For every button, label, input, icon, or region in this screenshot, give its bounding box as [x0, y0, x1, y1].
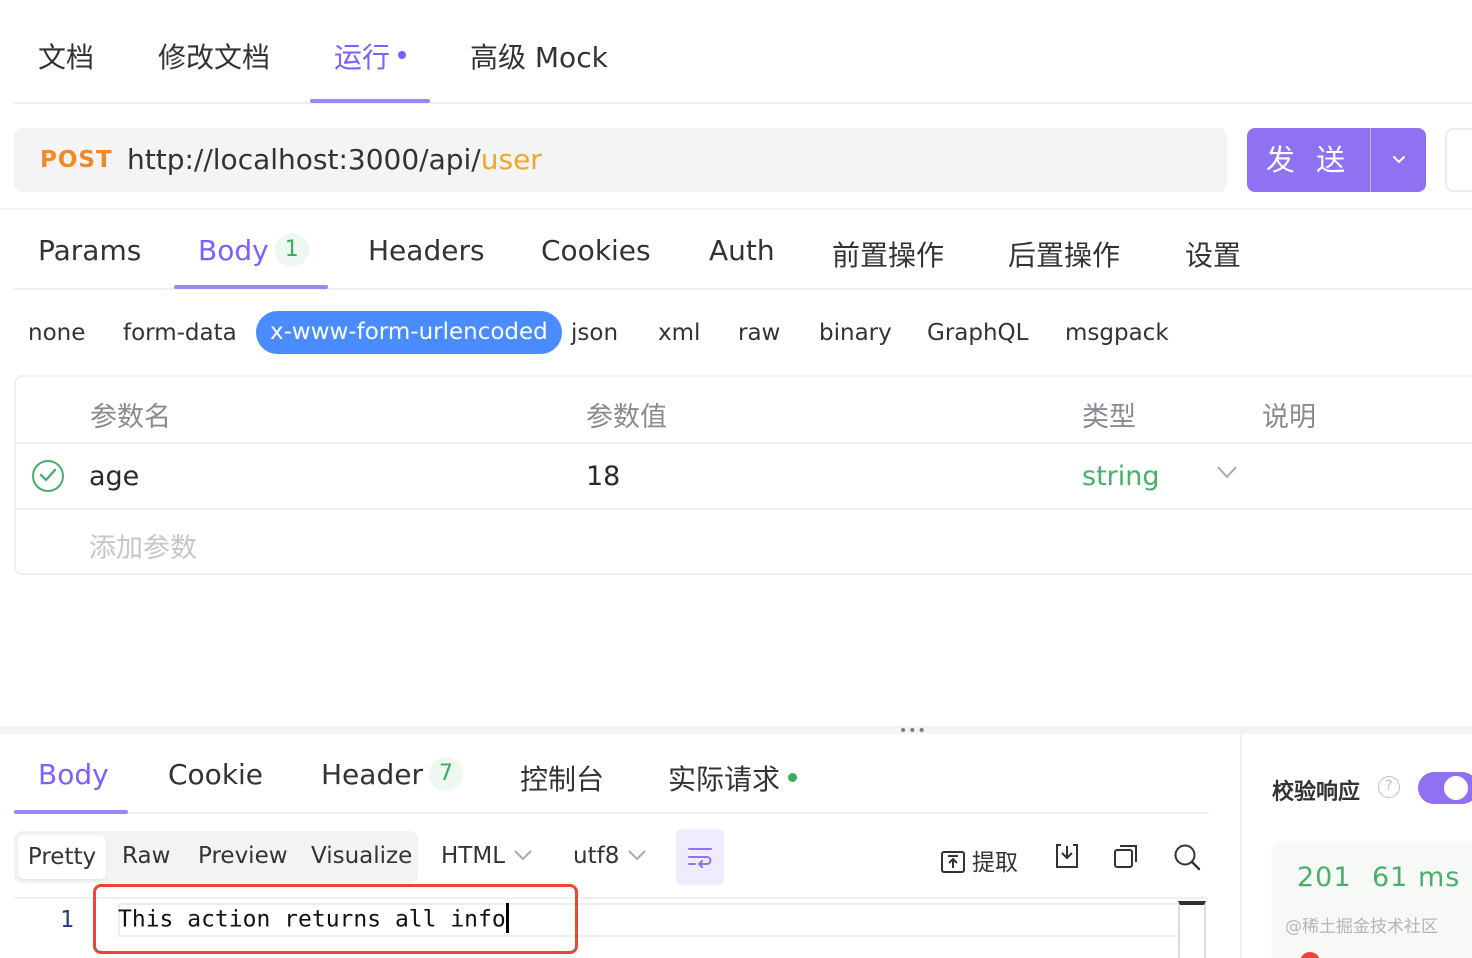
save-button[interactable]	[1445, 128, 1472, 192]
url-path: user	[480, 143, 542, 176]
http-method-select[interactable]: POST	[40, 147, 113, 173]
search-icon[interactable]	[1173, 843, 1201, 871]
column-header-desc: 说明	[1262, 402, 1316, 433]
response-tab-bar: Body Cookie Header 7 控制台 实际请求	[14, 734, 1209, 814]
view-preview[interactable]: Preview	[198, 843, 288, 869]
tab-post-ops[interactable]: 后置操作	[1008, 234, 1120, 274]
tab-edit-docs[interactable]: 修改文档	[158, 36, 270, 76]
tab-body-label: Body	[198, 234, 269, 267]
active-tab-indicator	[14, 810, 128, 814]
column-header-value: 参数值	[586, 402, 667, 433]
header-count-badge: 7	[428, 757, 463, 791]
send-button[interactable]: 发 送	[1247, 128, 1370, 192]
add-param-input[interactable]: 添加参数	[89, 526, 197, 565]
body-type-none[interactable]: none	[28, 320, 85, 346]
response-time: 61 ms	[1372, 862, 1461, 893]
download-icon[interactable]	[1054, 843, 1080, 869]
column-header-type: 类型	[1082, 402, 1136, 433]
tab-response-body[interactable]: Body	[38, 758, 109, 791]
url-input[interactable]: http://localhost:3000/api/user	[127, 143, 542, 176]
tab-advanced-mock[interactable]: 高级 Mock	[470, 36, 608, 76]
status-code: 201	[1297, 862, 1352, 893]
param-name-cell[interactable]: age	[89, 461, 139, 492]
active-tab-indicator	[310, 99, 430, 103]
extract-button[interactable]: 提取	[940, 843, 1018, 877]
send-button-group: 发 送	[1247, 128, 1426, 192]
param-value-cell[interactable]: 18	[586, 461, 620, 492]
format-select[interactable]: HTML	[441, 843, 533, 869]
tab-actual-request[interactable]: 实际请求	[668, 758, 798, 798]
body-type-urlencoded[interactable]: x-www-form-urlencoded	[256, 311, 562, 354]
body-count-badge: 1	[274, 233, 309, 267]
active-tab-indicator	[174, 285, 328, 289]
tab-body[interactable]: Body 1	[198, 233, 309, 269]
tab-actual-request-label: 实际请求	[668, 763, 781, 796]
body-type-xml[interactable]: xml	[658, 320, 700, 346]
help-icon[interactable]: ?	[1378, 776, 1400, 798]
url-base: http://localhost:3000/api/	[127, 143, 481, 176]
scrollbar[interactable]	[1178, 901, 1206, 958]
view-visualize[interactable]: Visualize	[311, 843, 412, 869]
params-table: 参数名 参数值 类型 说明 age 18 string 添加参数	[14, 375, 1472, 575]
row-divider	[16, 442, 1472, 444]
body-type-form-data[interactable]: form-data	[123, 320, 237, 346]
copy-icon[interactable]	[1113, 843, 1139, 869]
send-options-button[interactable]	[1371, 128, 1426, 192]
validate-response-label: 校验响应	[1272, 780, 1361, 805]
url-bar[interactable]: POST http://localhost:3000/api/user	[14, 128, 1227, 192]
tab-run[interactable]: 运行	[334, 36, 407, 76]
tab-params[interactable]: Params	[38, 234, 141, 267]
tab-response-cookie[interactable]: Cookie	[168, 758, 263, 791]
validate-response-toggle[interactable]	[1418, 772, 1472, 804]
tab-headers[interactable]: Headers	[368, 234, 485, 267]
unsaved-dot-icon	[398, 51, 407, 59]
view-mode-group: Pretty Raw Preview Visualize	[14, 831, 418, 883]
tab-response-header-label: Header	[321, 758, 423, 791]
extract-icon	[941, 850, 965, 873]
check-icon	[39, 468, 57, 482]
encoding-label: utf8	[573, 843, 620, 869]
highlight-annotation-box	[93, 884, 578, 954]
chevron-down-icon	[514, 849, 532, 860]
watermark: @稀土掘金技术社区	[1285, 917, 1438, 937]
status-dot-icon	[788, 772, 798, 782]
word-wrap-button[interactable]	[676, 829, 724, 885]
column-header-name: 参数名	[90, 402, 171, 433]
tab-console[interactable]: 控制台	[520, 758, 604, 798]
chevron-down-icon[interactable]	[1216, 465, 1238, 479]
param-type-select[interactable]: string	[1082, 461, 1160, 492]
view-raw[interactable]: Raw	[122, 843, 170, 869]
wrap-lines-icon	[688, 848, 712, 868]
panel-splitter[interactable]	[0, 726, 1472, 734]
body-type-raw[interactable]: raw	[738, 320, 780, 346]
line-number: 1	[60, 907, 74, 933]
body-type-graphql[interactable]: GraphQL	[927, 320, 1028, 346]
chevron-down-icon	[1392, 156, 1405, 164]
body-type-json[interactable]: json	[571, 320, 618, 346]
tab-docs[interactable]: 文档	[38, 36, 94, 76]
panel-divider	[1240, 734, 1242, 958]
chevron-down-icon	[628, 849, 647, 860]
view-pretty[interactable]: Pretty	[18, 835, 106, 879]
request-tab-bar: Params Body 1 Headers Cookies Auth 前置操作 后…	[14, 210, 1472, 290]
tab-pre-ops[interactable]: 前置操作	[832, 234, 944, 274]
tab-response-header[interactable]: Header 7	[321, 757, 463, 793]
tab-settings[interactable]: 设置	[1185, 234, 1241, 274]
row-divider	[16, 508, 1472, 510]
body-type-binary[interactable]: binary	[819, 320, 892, 346]
toggle-knob	[1444, 776, 1468, 800]
tab-auth[interactable]: Auth	[709, 234, 775, 267]
body-type-msgpack[interactable]: msgpack	[1065, 320, 1169, 346]
response-status-card: 201 61 ms	[1272, 842, 1472, 958]
encoding-select[interactable]: utf8	[573, 843, 647, 869]
param-enabled-checkbox[interactable]	[32, 460, 64, 492]
format-label: HTML	[441, 843, 506, 869]
top-tab-bar: 文档 修改文档 运行 高级 Mock	[14, 0, 1472, 104]
extract-label: 提取	[972, 850, 1018, 876]
tab-run-label: 运行	[334, 41, 391, 74]
tab-cookies[interactable]: Cookies	[541, 234, 651, 267]
